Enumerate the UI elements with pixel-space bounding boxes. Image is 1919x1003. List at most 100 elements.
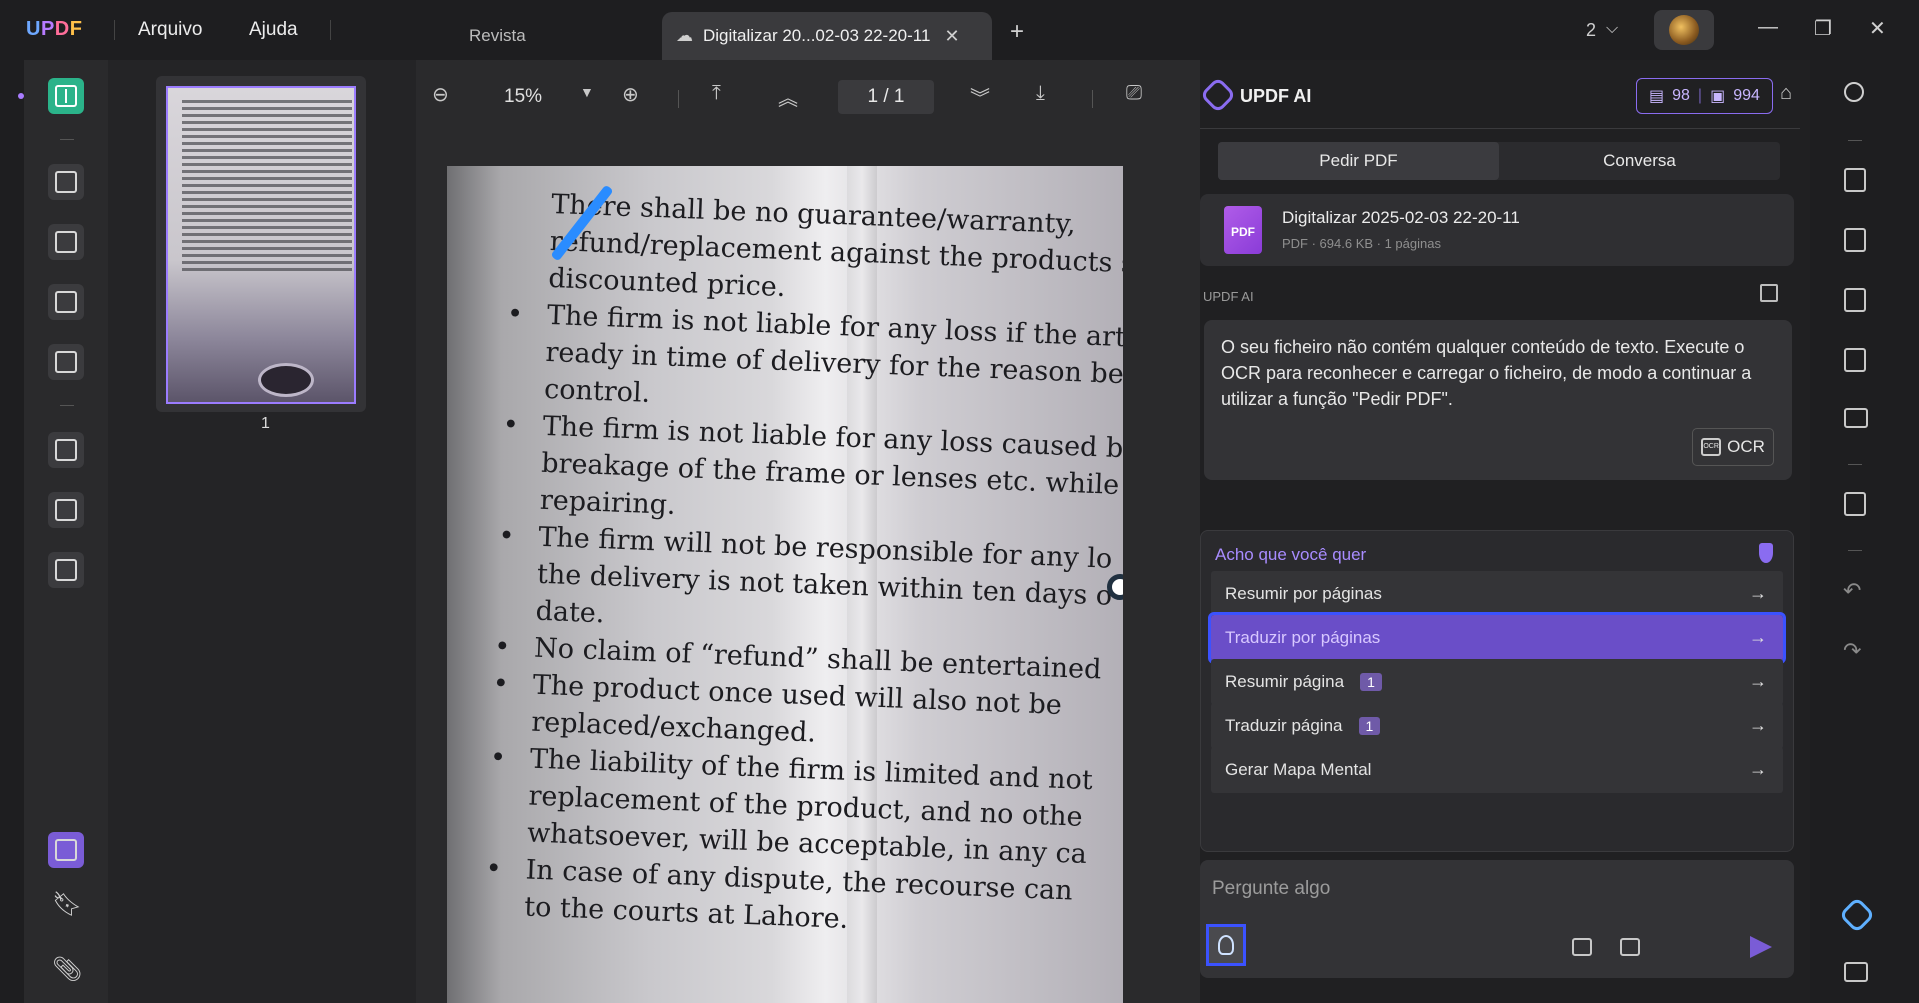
layers-icon[interactable] [48,832,84,868]
lightbulb-icon [1218,935,1234,955]
thumbnail-page-number: 1 [261,415,270,432]
zoom-dropdown-icon[interactable]: ▼ [580,84,594,100]
pdf-file-icon: PDF [1224,206,1262,254]
redo-icon[interactable]: ↷ [1843,638,1861,664]
ai-panel-title: UPDF AI [1240,86,1312,106]
tab-conversa[interactable]: Conversa [1499,142,1780,180]
suggestion-label: Gerar Mapa Mental [1225,760,1372,779]
zoom-in-icon[interactable]: ⊕ [622,82,639,107]
email-icon[interactable] [1844,408,1868,428]
ask-box[interactable]: Pergunte algo [1200,860,1794,978]
suggestion-label: Traduzir página [1225,716,1343,735]
external-link-icon[interactable] [1760,284,1778,302]
close-tab-icon[interactable]: ✕ [944,26,959,47]
bookmark-icon[interactable]: 🔖︎ [52,890,82,919]
pdf-page[interactable]: There shall be no guarantee/warranty, re… [447,166,1123,1003]
attachment-icon[interactable]: 📎︎ [52,955,82,984]
comments-icon[interactable] [1844,962,1868,982]
updf-ai-icon[interactable] [1838,896,1876,934]
suggestions-panel: Acho que você quer Resumir por páginas →… [1200,530,1794,852]
menu-ajuda[interactable]: Ajuda [249,19,298,41]
file-meta: PDF · 694.6 KB · 1 páginas [1282,236,1441,251]
cloud-icon: ☁ [676,26,693,45]
screenshot-icon[interactable] [1620,938,1640,956]
divider [1848,140,1862,141]
restore-icon[interactable]: ❐ [1814,16,1832,41]
first-page-icon[interactable]: ⤒ [712,82,721,105]
credits-badge[interactable]: ▤ 98 | ▣ 994 [1636,78,1773,114]
suggestion-resumir-por-paginas[interactable]: Resumir por páginas → [1211,571,1783,617]
avatar[interactable] [1654,10,1714,50]
suggestion-traduzir-pagina[interactable]: Traduzir página 1 → [1211,703,1783,749]
chat-credits-icon: ▣ [1710,88,1726,105]
page-indicator[interactable]: 1 / 1 [838,80,934,114]
presentation-icon[interactable]: ⎚ [1126,82,1142,105]
menu-arquivo[interactable]: Arquivo [138,19,202,41]
current-page: 1 [867,86,879,107]
ocr-button[interactable]: OCR OCR [1692,428,1774,466]
chevron-down-icon[interactable]: ⌵ [1606,20,1618,38]
next-page-icon[interactable]: ︾ [970,82,990,111]
page-thumbnail[interactable] [166,86,356,404]
suggestion-resumir-pagina[interactable]: Resumir página 1 → [1211,659,1783,705]
suggestion-gerar-mapa-mental[interactable]: Gerar Mapa Mental → [1211,747,1783,793]
ask-input[interactable]: Pergunte algo [1212,878,1330,900]
pin-icon[interactable] [1759,543,1773,563]
undo-icon[interactable]: ↶ [1843,578,1861,604]
last-page-icon[interactable]: ⤓ [1036,82,1045,105]
title-bar: UPDF Arquivo Ajuda Revista ☁ Digitalizar… [0,0,1919,60]
crop-pages-icon[interactable] [48,492,84,528]
tab-revista[interactable]: Revista [469,12,526,60]
edit-pdf-icon[interactable] [48,224,84,260]
tab-pedir-pdf[interactable]: Pedir PDF [1218,142,1499,180]
page-thumbnail-card[interactable] [156,76,366,412]
send-icon[interactable] [1750,936,1772,958]
arrow-right-icon: → [1749,715,1767,735]
reader-mode-icon[interactable] [48,78,84,114]
suggestion-label: Traduzir por páginas [1225,628,1381,647]
right-toolbar: ↶ ↷ [1810,60,1919,1003]
form-tool-icon[interactable] [48,284,84,320]
minimize-icon[interactable]: — [1758,16,1778,39]
total-pages: 1 [893,86,905,107]
suggestions-title: Acho que você quer [1215,545,1367,564]
divider [1200,128,1800,129]
save-icon[interactable] [1844,492,1866,516]
divider [1848,550,1862,551]
ai-sender-label: UPDF AI [1203,289,1254,304]
arrow-right-icon: → [1749,627,1767,647]
avatar-image [1669,15,1699,45]
zoom-out-icon[interactable]: ⊖ [432,82,449,107]
ocr-icon: OCR [1701,438,1722,456]
thumbnail-panel: 1 [108,60,416,1003]
divider [1092,90,1093,108]
ai-message-text: O seu ficheiro não contém qualquer conte… [1221,337,1752,409]
prompt-ideas-button[interactable] [1206,924,1246,966]
document-credits: 98 [1672,87,1690,104]
suggestion-label: Resumir página [1225,672,1345,691]
zoom-level[interactable]: 15% [504,86,542,108]
clear-icon[interactable]: ⌂ [1780,82,1792,105]
arrow-right-icon: → [1749,759,1767,779]
document-viewer: ⊖ 15% ▼ ⊕ ⤒ ︽ 1 / 1 ︾ ⤓ ⎚ There shall be… [416,60,1200,1003]
batch-tools-icon[interactable] [48,552,84,588]
protect-icon[interactable] [1844,288,1866,312]
ai-mode-toggle: Pedir PDF Conversa [1218,142,1780,180]
image-upload-icon[interactable] [1572,938,1592,956]
convert-icon[interactable] [1844,228,1866,252]
new-tab-button[interactable]: + [1010,18,1024,46]
divider [1848,464,1862,465]
tab-label: Revista [469,26,526,45]
share-icon[interactable] [1844,348,1866,372]
ocr-tool-icon[interactable] [1844,168,1866,192]
organize-pages-icon[interactable] [48,432,84,468]
window-count[interactable]: 2 [1586,20,1596,41]
suggestion-traduzir-por-paginas[interactable]: Traduzir por páginas → [1208,612,1786,664]
search-icon[interactable] [1844,82,1864,102]
tab-digitalizar[interactable]: ☁ Digitalizar 20...02-03 22-20-11 ✕ [662,12,992,60]
fill-sign-icon[interactable] [48,344,84,380]
previous-page-icon[interactable]: ︽ [778,82,798,111]
close-window-icon[interactable]: ✕ [1869,16,1886,41]
comment-tool-icon[interactable] [48,164,84,200]
divider [60,405,74,406]
